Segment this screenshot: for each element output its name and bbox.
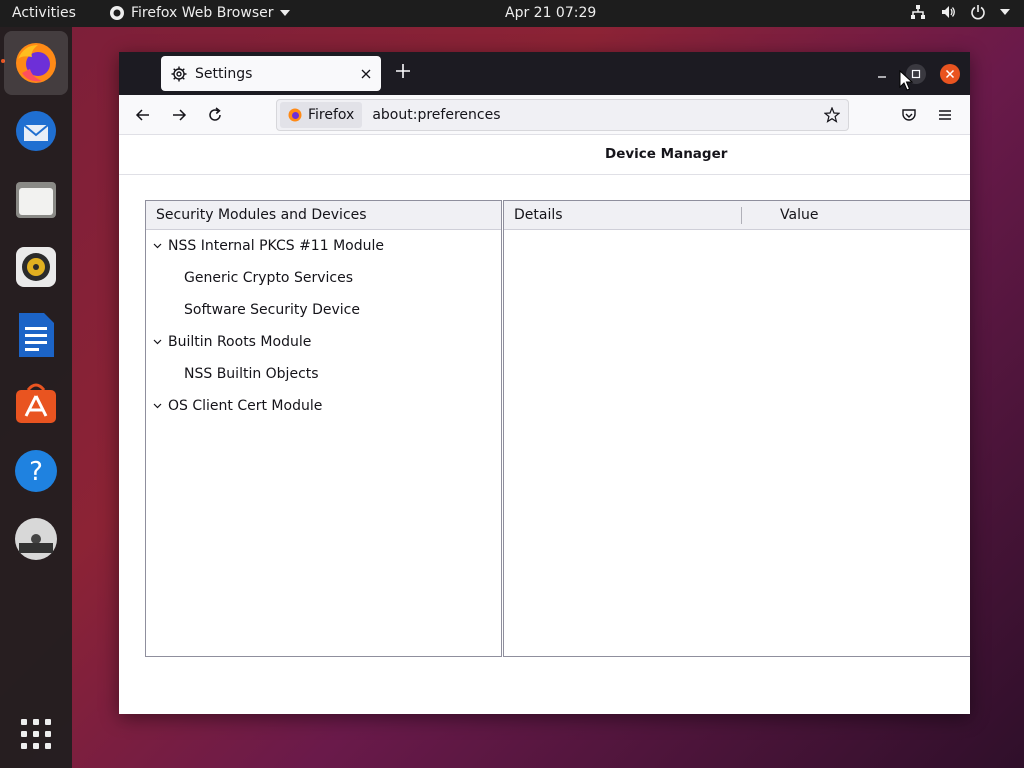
firefox-window: Settings Firefox about:preferences Devic… <box>119 52 970 714</box>
bookmark-star-icon[interactable] <box>824 107 840 123</box>
dock-help[interactable]: ? <box>4 439 68 503</box>
device-manager-dialog: Device Manager Security Modules and Devi… <box>119 135 970 714</box>
top-bar: Activities Firefox Web Browser Apr 21 07… <box>0 0 1024 27</box>
svg-text:?: ? <box>29 457 43 487</box>
clock[interactable]: Apr 21 07:29 <box>505 5 596 21</box>
details-table-header: Details Value <box>504 201 970 230</box>
dock-firefox[interactable] <box>4 31 68 95</box>
dialog-title: Device Manager <box>605 146 728 162</box>
mouse-cursor-icon <box>899 70 913 91</box>
activities-button[interactable]: Activities <box>12 5 76 21</box>
url-bar[interactable]: Firefox about:preferences <box>276 99 849 131</box>
url-text[interactable]: about:preferences <box>372 107 824 123</box>
back-button[interactable] <box>133 105 153 125</box>
dvd-icon <box>15 518 57 560</box>
close-tab-icon[interactable] <box>361 69 371 79</box>
chevron-down-icon[interactable] <box>153 243 168 249</box>
tree-row-label: Software Security Device <box>184 302 360 318</box>
reload-icon <box>209 107 221 121</box>
tab-strip: Settings <box>119 52 970 95</box>
forward-button[interactable] <box>169 105 189 125</box>
minimize-button[interactable] <box>872 64 892 84</box>
tree-row[interactable]: Builtin Roots Module <box>146 326 501 358</box>
app-menu-button[interactable] <box>935 105 955 125</box>
reload-button[interactable] <box>205 105 225 125</box>
tree-row-label: NSS Internal PKCS #11 Module <box>168 238 384 254</box>
system-menu[interactable] <box>910 4 1010 20</box>
tree-row-label: OS Client Cert Module <box>168 398 323 414</box>
hamburger-menu-icon <box>939 110 951 120</box>
close-window-button[interactable] <box>940 64 960 84</box>
dock-thunderbird[interactable] <box>4 99 68 163</box>
tree-row[interactable]: Generic Crypto Services <box>146 262 501 294</box>
tab-settings[interactable]: Settings <box>161 56 381 91</box>
details-table[interactable]: Details Value <box>503 200 970 657</box>
tree-row[interactable]: NSS Builtin Objects <box>146 358 501 390</box>
thunderbird-icon <box>16 111 56 151</box>
navigation-toolbar: Firefox about:preferences <box>119 95 970 135</box>
arrow-left-icon <box>135 109 149 121</box>
new-tab-button[interactable] <box>395 63 411 83</box>
app-grid-icon <box>21 719 51 749</box>
tree-row[interactable]: OS Client Cert Module <box>146 390 501 422</box>
tree-row-label: Generic Crypto Services <box>184 270 353 286</box>
dock-ubuntu-software[interactable] <box>4 371 68 435</box>
tree-row[interactable]: Software Security Device <box>146 294 501 326</box>
software-store-icon <box>16 383 56 423</box>
tree-column-header[interactable]: Security Modules and Devices <box>146 201 501 230</box>
dock-rhythmbox[interactable] <box>4 235 68 299</box>
arrow-right-icon <box>173 109 187 121</box>
window-controls <box>872 64 960 84</box>
app-menu-label: Firefox Web Browser <box>131 5 274 21</box>
minimize-icon <box>878 76 886 78</box>
dock-dvd[interactable] <box>4 507 68 571</box>
close-icon <box>945 69 955 79</box>
firefox-icon <box>288 108 302 122</box>
files-icon <box>16 182 56 218</box>
app-menu[interactable]: Firefox Web Browser <box>109 5 290 21</box>
writer-icon <box>19 313 54 357</box>
help-icon: ? <box>15 450 57 492</box>
rhythmbox-icon <box>16 247 56 287</box>
dialog-header: Device Manager <box>119 135 970 175</box>
show-applications-button[interactable] <box>4 702 68 766</box>
tab-title: Settings <box>195 65 253 82</box>
firefox-icon <box>110 6 124 20</box>
identity-box[interactable]: Firefox <box>280 102 363 128</box>
gear-icon <box>171 66 187 81</box>
tree-row[interactable]: NSS Internal PKCS #11 Module <box>146 230 501 262</box>
caret-down-icon <box>279 10 290 16</box>
chevron-down-icon[interactable] <box>153 339 168 345</box>
tree-row-label: NSS Builtin Objects <box>184 366 319 382</box>
power-icon <box>971 5 985 20</box>
details-column-header[interactable]: Details <box>514 207 563 223</box>
pocket-icon <box>902 109 916 121</box>
pocket-button[interactable] <box>899 105 919 125</box>
identity-label: Firefox <box>308 107 355 123</box>
tree-row-label: Builtin Roots Module <box>168 334 312 350</box>
caret-down-icon <box>1000 9 1010 15</box>
value-column-header[interactable]: Value <box>780 207 818 223</box>
volume-icon <box>942 6 955 18</box>
plus-icon <box>396 64 410 78</box>
column-divider[interactable] <box>741 207 742 224</box>
network-icon <box>911 5 925 19</box>
firefox-icon <box>16 43 56 83</box>
dock-files[interactable] <box>4 167 68 231</box>
dock-libreoffice-writer[interactable] <box>4 303 68 367</box>
dock: ? <box>0 27 72 768</box>
chevron-down-icon[interactable] <box>153 403 168 409</box>
security-modules-tree[interactable]: Security Modules and Devices NSS Interna… <box>145 200 502 657</box>
